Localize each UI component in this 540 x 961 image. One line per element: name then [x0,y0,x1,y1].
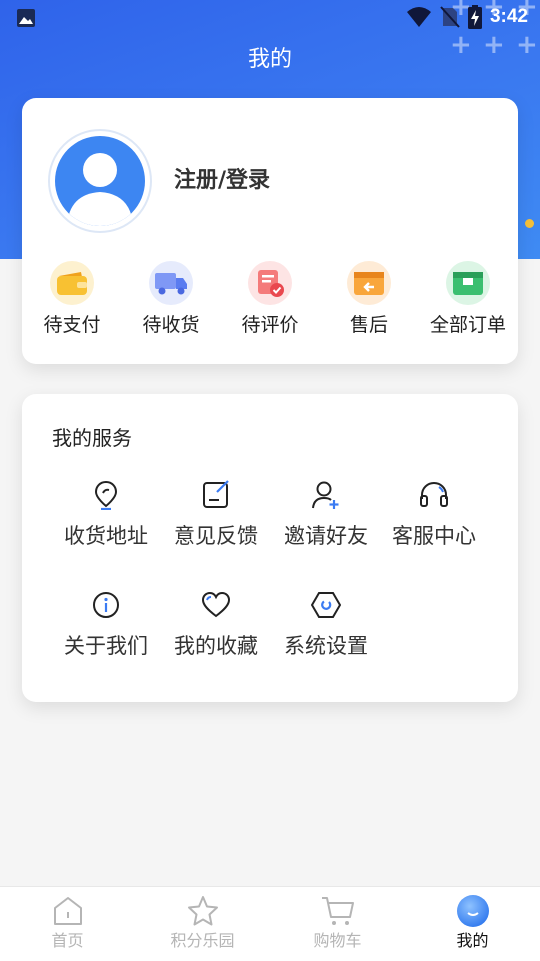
order-shortcuts: 待支付 待收货 待评价 售后 全部订单 [22,258,518,344]
service-invite-friends[interactable]: 邀请好友 [271,480,381,550]
tab-mine[interactable]: 我的 [405,893,540,952]
tab-label: 积分乐园 [170,931,235,950]
order-pending-review[interactable]: 待评价 [220,258,320,338]
order-label: 待评价 [241,314,299,336]
service-shipping-address[interactable]: 收货地址 [51,480,161,550]
page-title: 我的 [247,47,292,72]
no-sim-icon [440,6,460,28]
tab-label: 购物车 [313,931,362,950]
tab-label: 首页 [51,931,84,950]
avatar[interactable] [48,129,152,233]
image-icon [17,9,35,27]
login-register-link[interactable]: 注册/登录 [174,166,270,196]
order-pending-receipt[interactable]: 待收货 [121,258,221,338]
headset-icon [419,480,449,510]
order-after-sale[interactable]: 售后 [319,258,419,338]
service-system-settings[interactable]: 系统设置 [271,590,381,660]
user-avatar-icon [55,136,145,226]
star-icon [185,893,221,929]
wifi-icon [406,7,431,27]
order-label: 待收货 [142,314,200,336]
all-orders-icon [446,261,490,305]
after-sale-icon [347,261,391,305]
decorative-dot [525,219,534,228]
service-label: 收货地址 [64,524,148,548]
heart-icon [201,590,231,620]
order-label: 全部订单 [429,314,506,336]
home-icon [50,893,86,929]
tab-shopping-cart[interactable]: 购物车 [270,893,405,952]
service-label: 系统设置 [284,634,368,658]
battery-charging-icon [467,5,482,29]
info-icon [91,590,121,620]
tab-home[interactable]: 首页 [0,893,135,952]
service-label: 我的收藏 [174,634,258,658]
service-label: 意见反馈 [174,524,258,548]
wallet-icon [50,261,94,305]
status-time: 3:42 [489,6,528,27]
service-label: 邀请好友 [284,524,368,548]
service-label: 客服中心 [392,524,476,548]
bottom-tab-bar: 首页 积分乐园 购物车 我的 [0,886,540,961]
settings-hexagon-icon [311,590,341,620]
services-card: 我的服务 收货地址 意见反馈 邀请好友 客服中心 关于我们 我的收藏 系统设置 [22,394,518,702]
feedback-edit-icon [201,480,231,510]
tab-points-park[interactable]: 积分乐园 [135,893,270,952]
truck-icon [149,261,193,305]
services-title: 我的服务 [52,426,132,450]
order-label: 待支付 [43,314,101,336]
order-label: 售后 [349,314,388,336]
status-bar: 3:42 [0,0,540,36]
service-feedback[interactable]: 意见反馈 [161,480,271,550]
add-user-icon [311,480,341,510]
service-my-favorites[interactable]: 我的收藏 [161,590,271,660]
review-icon [248,261,292,305]
cart-icon [320,893,356,929]
service-about-us[interactable]: 关于我们 [51,590,161,660]
service-customer-center[interactable]: 客服中心 [379,480,489,550]
order-pending-payment[interactable]: 待支付 [22,258,122,338]
service-label: 关于我们 [64,634,148,658]
tab-label: 我的 [456,931,489,950]
profile-ball-icon [455,893,491,929]
profile-card: 注册/登录 待支付 待收货 待评价 售后 全部订单 [22,98,518,364]
location-pin-icon [91,480,121,510]
order-all-orders[interactable]: 全部订单 [418,258,518,338]
